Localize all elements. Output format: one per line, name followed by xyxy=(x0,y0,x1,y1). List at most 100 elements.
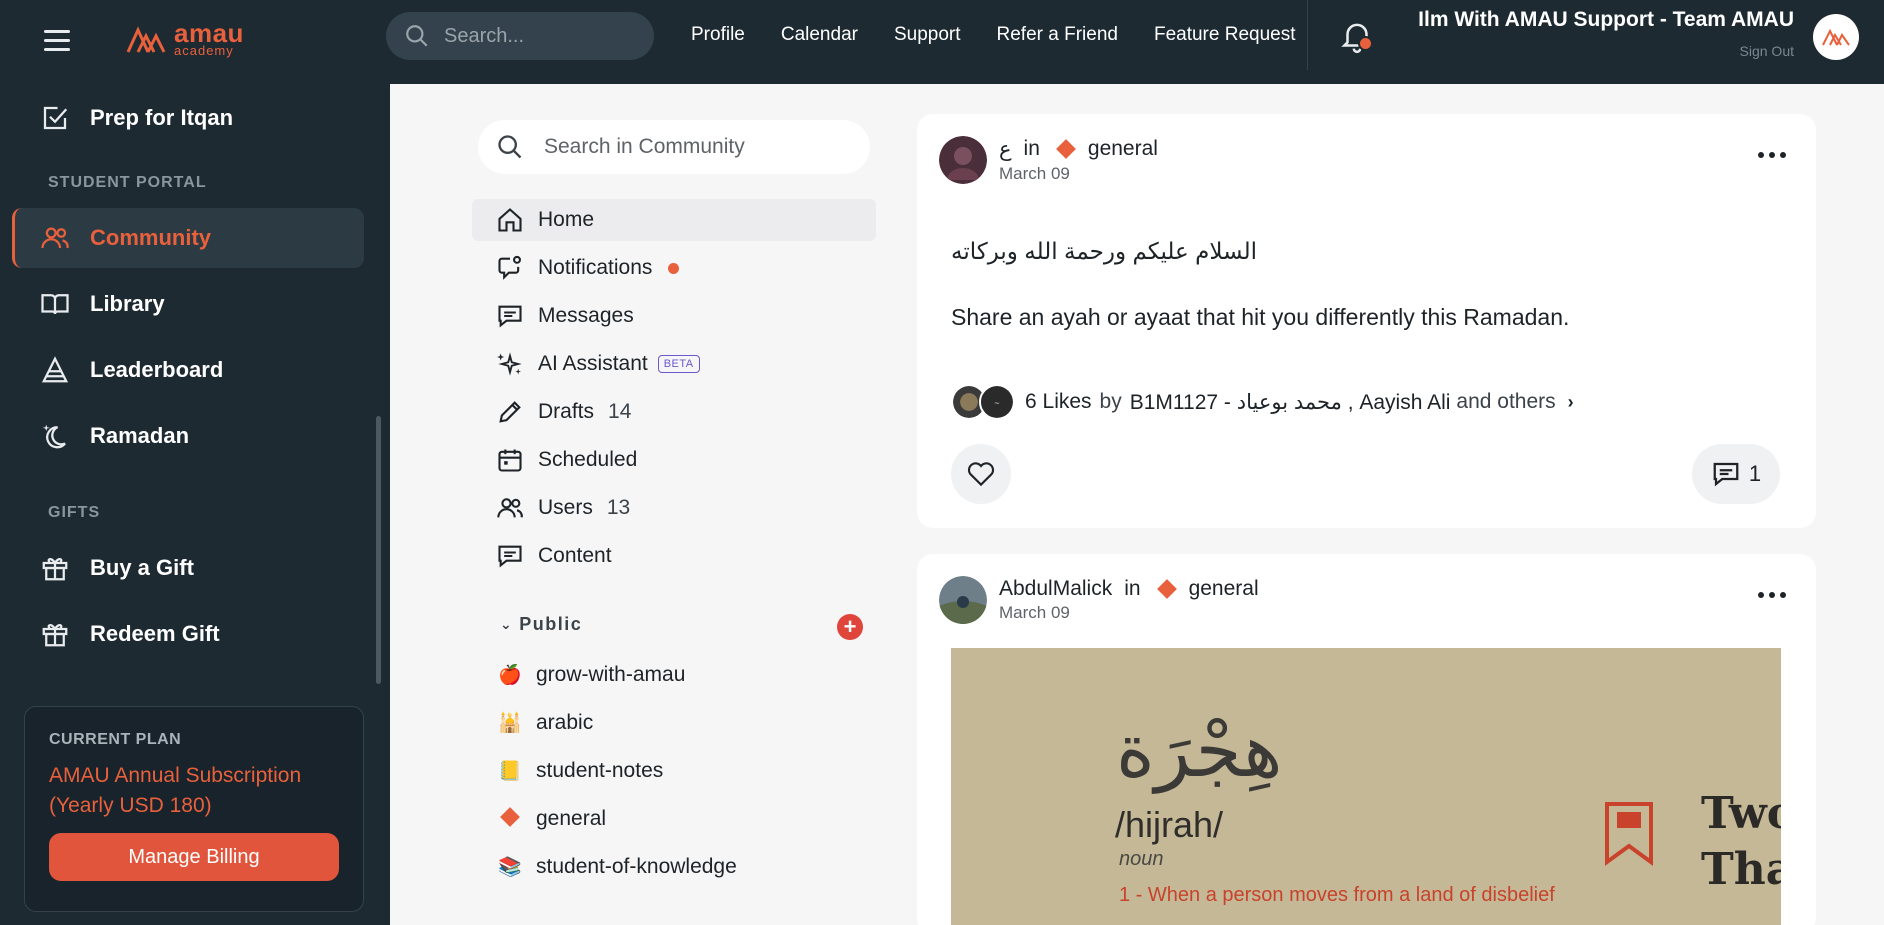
books-icon: 📚 xyxy=(498,857,522,878)
space-item[interactable]: 📒 student-notes xyxy=(496,759,663,783)
post-date: March 09 xyxy=(999,163,1070,183)
community-search-input[interactable] xyxy=(544,135,844,159)
nav-refer-a-friend[interactable]: Refer a Friend xyxy=(997,24,1118,46)
search-icon xyxy=(406,25,428,47)
sidebar-item-community[interactable]: Community xyxy=(12,208,364,268)
space-item[interactable]: 🍎 grow-with-amau xyxy=(496,663,685,687)
home-icon xyxy=(498,208,522,232)
community-nav-ai-assistant[interactable]: AI Assistant BETA xyxy=(472,343,876,385)
image-transliteration: /hijrah/ xyxy=(1115,804,1224,845)
top-navigation: Profile Calendar Support Refer a Friend … xyxy=(691,24,1296,46)
nav-calendar[interactable]: Calendar xyxy=(781,24,858,46)
community-nav-drafts[interactable]: Drafts 14 xyxy=(472,391,876,433)
sidebar-item-ramadan[interactable]: Ramadan xyxy=(12,406,364,466)
community-nav-label: Users xyxy=(538,496,593,519)
community-nav-scheduled[interactable]: Scheduled xyxy=(472,439,876,481)
notification-bubble-icon xyxy=(498,255,521,280)
pencil-icon xyxy=(499,401,521,423)
sidebar-item-leaderboard[interactable]: Leaderboard xyxy=(12,340,364,400)
public-label: Public xyxy=(519,614,583,634)
sidebar-item-label: Prep for Itqan xyxy=(90,105,234,130)
users-icon xyxy=(497,498,523,518)
sign-out-link[interactable]: Sign Out xyxy=(1740,43,1794,59)
pyramid-icon xyxy=(41,356,69,383)
sidebar-item-redeem-gift[interactable]: Redeem Gift xyxy=(12,604,364,664)
post-author[interactable]: ع xyxy=(999,137,1012,162)
apple-icon: 🍎 xyxy=(498,665,522,686)
amau-logo[interactable]: amau academy xyxy=(124,20,244,57)
community-nav-home[interactable]: Home xyxy=(472,199,876,241)
image-part-of-speech: noun xyxy=(1119,848,1164,870)
user-avatar[interactable] xyxy=(1813,14,1859,60)
sidebar-item-label: Buy a Gift xyxy=(90,555,194,580)
space-diamond-icon xyxy=(1156,579,1177,599)
community-nav-users[interactable]: Users 13 xyxy=(472,487,876,529)
post-author[interactable]: AbdulMalick xyxy=(999,577,1112,601)
calendar-icon xyxy=(498,449,522,472)
post-image[interactable]: هِجْرَة /hijrah/ noun 1 - When a person … xyxy=(951,648,1781,925)
post-card: ع in general March 09 السلام عليكم ورحمة… xyxy=(917,114,1816,528)
community-nav-label: Scheduled xyxy=(538,448,638,471)
sidebar-item-label: Redeem Gift xyxy=(90,621,220,646)
space-name: grow-with-amau xyxy=(536,663,686,686)
community-nav-label: Messages xyxy=(538,304,634,327)
left-sidebar: Prep for Itqan STUDENT PORTAL Community … xyxy=(0,84,390,925)
community-nav-label: AI Assistant xyxy=(538,352,648,375)
chevron-right-icon: › xyxy=(1567,391,1574,412)
community-nav-notifications[interactable]: Notifications xyxy=(472,247,876,289)
sidebar-scrollbar[interactable] xyxy=(376,416,381,684)
likes-summary[interactable]: ~ 6 Likes by B1M1127 - محمد بوعياد , Aay… xyxy=(951,384,1574,420)
hamburger-menu-icon[interactable] xyxy=(44,30,70,52)
sparkles-icon xyxy=(497,352,522,376)
nav-feature-request[interactable]: Feature Request xyxy=(1154,24,1296,46)
image-side-text-1: Two xyxy=(1701,788,1781,839)
post-in-label: in xyxy=(1023,137,1040,160)
author-avatar[interactable] xyxy=(939,136,987,184)
like-button[interactable] xyxy=(951,444,1011,504)
nav-support[interactable]: Support xyxy=(894,24,961,46)
chevron-down-icon: ⌄ xyxy=(500,616,514,632)
comment-button[interactable]: 1 xyxy=(1692,444,1780,504)
space-name: student-notes xyxy=(536,759,664,782)
image-side-text-2: That xyxy=(1701,844,1781,895)
global-search-input[interactable] xyxy=(444,24,614,48)
bell-icon[interactable] xyxy=(1338,16,1376,56)
author-avatar[interactable] xyxy=(939,576,987,624)
sidebar-item-label: Leaderboard xyxy=(90,357,224,382)
community-nav-messages[interactable]: Messages xyxy=(472,295,876,337)
global-search[interactable] xyxy=(386,12,654,60)
nav-profile[interactable]: Profile xyxy=(691,24,745,46)
space-item[interactable]: general xyxy=(496,807,606,831)
book-icon xyxy=(41,294,69,315)
heart-icon xyxy=(967,462,995,487)
post-body-arabic: السلام عليكم ورحمة الله وبركاته xyxy=(951,238,1258,264)
beta-badge: BETA xyxy=(657,355,700,373)
post-body: Share an ayah or ayaat that hit you diff… xyxy=(951,304,1570,330)
users-count: 13 xyxy=(606,496,631,519)
sidebar-item-buy-a-gift[interactable]: Buy a Gift xyxy=(12,538,364,598)
space-item[interactable]: 🕌 arabic xyxy=(496,711,593,735)
sidebar-item-prep-for-itqan[interactable]: Prep for Itqan xyxy=(12,88,364,148)
svg-text:~: ~ xyxy=(994,399,1000,408)
notification-dot xyxy=(1358,36,1373,51)
search-icon xyxy=(498,135,522,159)
public-spaces-header[interactable]: ⌄ Public xyxy=(500,614,582,635)
add-space-button[interactable]: + xyxy=(837,614,863,640)
likers-names: B1M1127 - محمد بوعياد , Aayish Ali xyxy=(1129,390,1451,414)
post-space[interactable]: general xyxy=(1189,577,1259,601)
section-label-student-portal: STUDENT PORTAL xyxy=(48,174,207,191)
sidebar-item-library[interactable]: Library xyxy=(12,274,364,334)
post-options-icon[interactable] xyxy=(1758,152,1786,158)
gift-icon xyxy=(42,558,68,581)
user-name: Ilm With AMAU Support - Team AMAU xyxy=(1418,8,1794,31)
manage-billing-button[interactable]: Manage Billing xyxy=(49,833,339,881)
diamond-icon xyxy=(496,807,524,830)
post-options-icon[interactable] xyxy=(1758,592,1786,598)
liker-avatar: ~ xyxy=(979,384,1015,420)
unread-dot xyxy=(668,262,680,274)
post-space[interactable]: general xyxy=(1088,137,1158,161)
drafts-count: 14 xyxy=(608,400,632,423)
community-nav-content[interactable]: Content xyxy=(472,535,876,577)
community-search[interactable] xyxy=(478,120,870,174)
space-item[interactable]: 📚 student-of-knowledge xyxy=(496,855,737,879)
